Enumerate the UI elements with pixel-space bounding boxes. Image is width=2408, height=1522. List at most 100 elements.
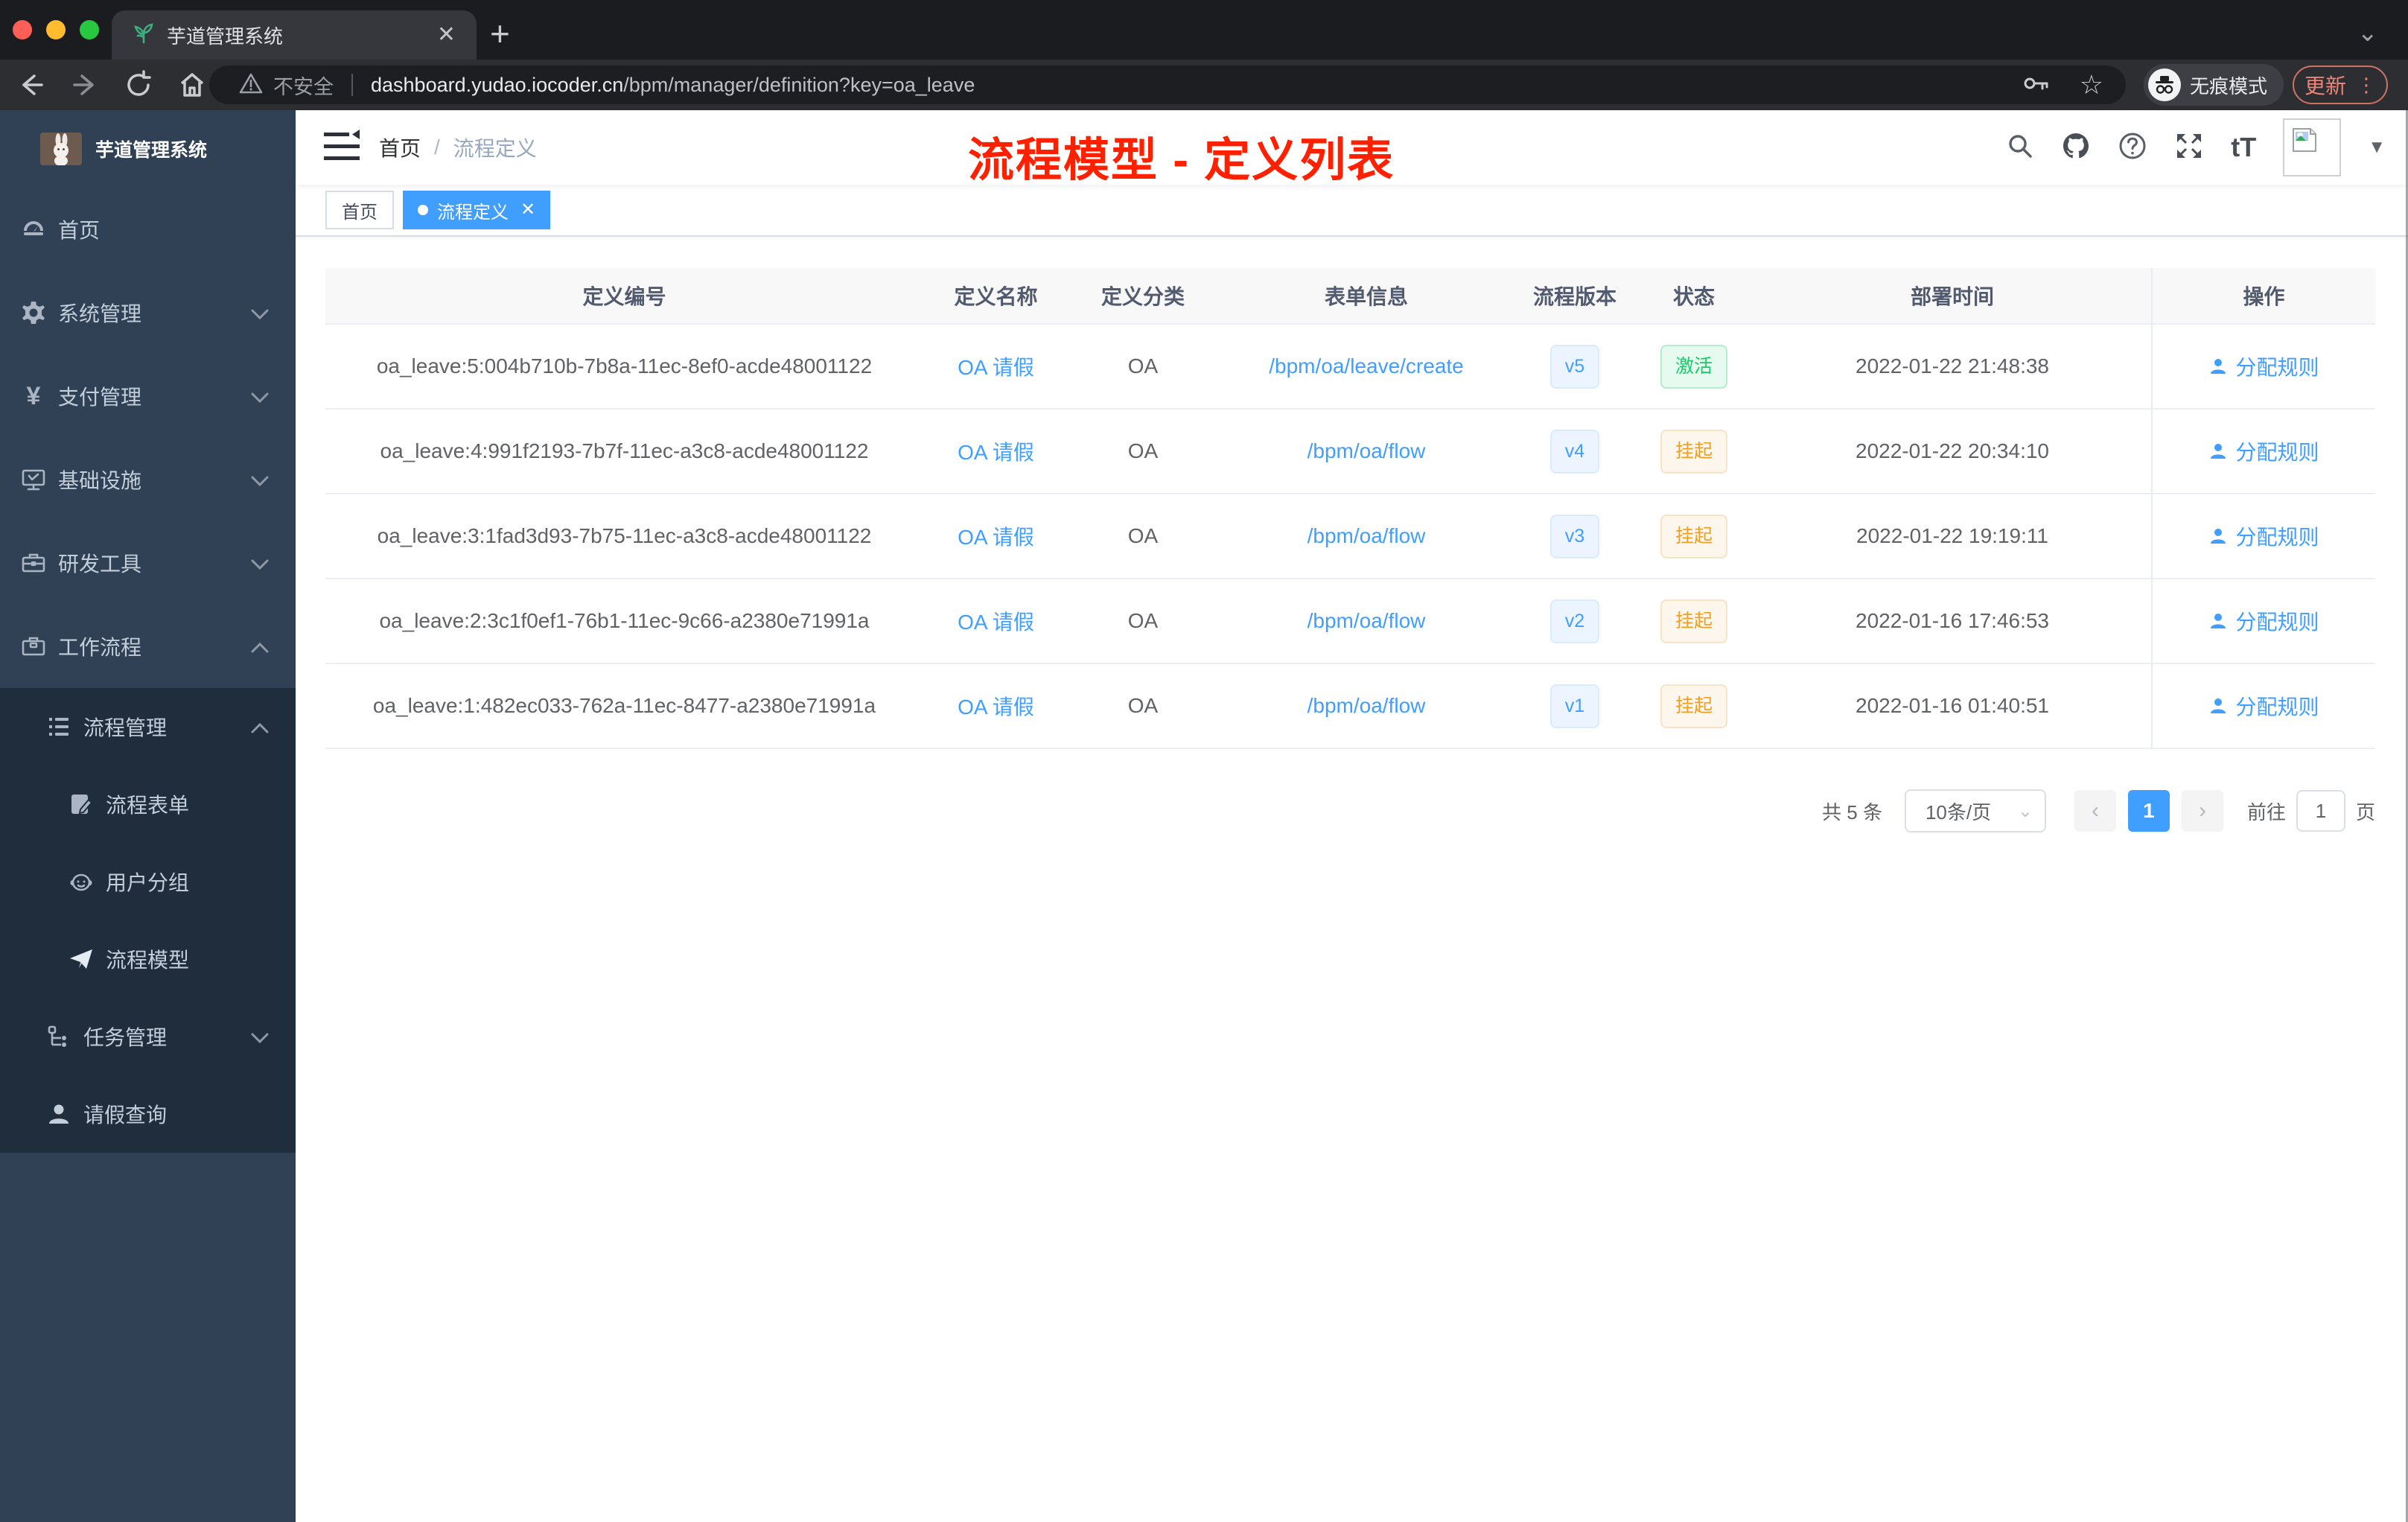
form-info-link[interactable]: /bpm/oa/leave/create [1269,354,1464,378]
form-info-link[interactable]: /bpm/oa/flow [1307,694,1426,717]
deploy-time: 2022-01-16 17:46:53 [1856,609,2049,632]
definition-name-link[interactable]: OA 请假 [958,441,1034,464]
page-number-button[interactable]: 1 [2127,790,2170,832]
security-label[interactable]: 不安全 [273,71,334,100]
password-key-icon[interactable] [2020,69,2050,102]
breadcrumb-home[interactable]: 首页 [379,133,421,162]
assign-rule-link[interactable]: 分配规则 [2208,436,2319,466]
sidebar-item-label: 流程模型 [106,949,190,972]
form-info-link[interactable]: /bpm/oa/flow [1307,439,1426,462]
chevron-up-icon [251,715,269,739]
avatar-caret-icon[interactable]: ▼ [2368,137,2386,158]
definition-category: OA [1127,609,1159,632]
window-zoom-button[interactable] [80,20,99,39]
window-controls[interactable] [13,20,99,39]
tag-home[interactable]: 首页 [325,191,394,229]
app-logo-row[interactable]: 芋道管理系统 [0,110,296,188]
sidebar-item-label: 用户分组 [106,871,190,894]
forward-button[interactable] [69,69,101,101]
assign-rule-link[interactable]: 分配规则 [2208,521,2319,551]
sidebar-item-infrastructure[interactable]: 基础设施 [0,438,296,521]
tab-close-icon[interactable]: ✕ [437,24,456,46]
tag-label: 首页 [342,202,378,223]
monitor-icon [21,467,46,492]
sidebar-item-system[interactable]: 系统管理 [0,271,296,354]
user-icon [2211,614,2226,628]
sidebar-item-process-form[interactable]: 流程表单 [0,765,296,843]
prev-page-button[interactable]: ‹ [2074,790,2116,832]
goto-page-input[interactable] [2296,790,2345,832]
table-row: oa_leave:2:3c1f0ef1-76b1-11ec-9c66-a2380… [325,579,2375,664]
tag-process-definition[interactable]: 流程定义 ✕ [403,191,551,229]
status-badge: 挂起 [1660,599,1727,643]
definition-category: OA [1127,354,1159,378]
new-tab-button[interactable]: + [490,16,510,51]
assign-rule-link[interactable]: 分配规则 [2208,691,2319,721]
font-size-icon[interactable]: tT [2231,132,2256,163]
sidebar-item-process-management[interactable]: 流程管理 [0,688,296,765]
sidebar-item-leave-query[interactable]: 请假查询 [0,1075,296,1153]
url-path[interactable]: /bpm/manager/definition?key=oa_leave [623,74,975,97]
sidebar-item-label: 请假查询 [83,1104,168,1127]
definition-id: oa_leave:1:482ec033-762a-11ec-8477-a2380… [372,694,876,717]
browser-tab[interactable]: 芋道管理系统 ✕ [112,10,477,60]
gear-icon [21,300,46,325]
browser-menu-dots-icon[interactable]: ⋮ [2357,74,2376,97]
search-icon[interactable] [2006,132,2034,164]
url-domain[interactable]: dashboard.yudao.iocoder.cn [371,74,623,97]
definition-name-link[interactable]: OA 请假 [958,611,1034,634]
pagination-total: 共 5 条 [1822,800,1882,824]
sidebar-item-label: 系统管理 [58,302,142,325]
tab-search-caret-icon[interactable]: ⌄ [2357,18,2379,48]
workflow-submenu: 流程管理 流程表单 用户分组 流程模型 任务管理 请假查询 [0,688,296,1153]
window-close-button[interactable] [13,20,32,39]
user-icon [2211,698,2226,713]
back-button[interactable] [15,69,48,101]
breadcrumb-current: 流程定义 [453,137,537,160]
definition-name-link[interactable]: OA 请假 [958,356,1034,379]
bookmark-star-icon[interactable]: ☆ [2080,71,2103,98]
sidebar-collapse-icon[interactable] [324,130,361,168]
fullscreen-icon[interactable] [2174,131,2204,165]
sidebar-item-task-management[interactable]: 任务管理 [0,998,296,1075]
form-info-link[interactable]: /bpm/oa/flow [1307,524,1426,547]
yen-icon: ¥ [26,382,41,410]
form-info-link[interactable]: /bpm/oa/flow [1307,609,1426,632]
sidebar-item-label: 工作流程 [58,636,142,659]
col-header-deploy-time: 部署时间 [1754,268,2152,325]
sidebar-item-user-group[interactable]: 用户分组 [0,843,296,920]
avatar[interactable] [2283,118,2342,176]
assign-rule-link[interactable]: 分配规则 [2208,606,2319,636]
tag-close-icon[interactable]: ✕ [520,201,535,219]
page-suffix-label: 页 [2355,800,2375,824]
sidebar-item-home[interactable]: 首页 [0,188,296,271]
definition-name-link[interactable]: OA 请假 [958,526,1034,549]
table-row: oa_leave:3:1fad3d93-7b75-11ec-a3c8-acde4… [325,494,2375,579]
github-icon[interactable] [2061,131,2091,165]
reload-button[interactable] [122,69,155,101]
url-bar[interactable]: 不安全 dashboard.yudao.iocoder.cn/bpm/manag… [209,66,2126,104]
assign-rule-link[interactable]: 分配规则 [2208,351,2319,381]
window-minimize-button[interactable] [46,20,66,39]
definition-table: 定义编号 定义名称 定义分类 表单信息 流程版本 状态 部署时间 操作 oa_l [325,268,2375,749]
status-badge: 挂起 [1660,429,1727,474]
definition-name-link[interactable]: OA 请假 [958,695,1034,719]
definition-id: oa_leave:3:1fad3d93-7b75-11ec-a3c8-acde4… [377,524,872,547]
sidebar-item-workflow[interactable]: 工作流程 [0,605,296,688]
select-caret-icon: ⌄ [2017,800,2033,821]
sidebar-item-dev-tools[interactable]: 研发工具 [0,521,296,605]
next-page-button[interactable]: › [2181,790,2223,832]
status-badge: 激活 [1660,344,1727,389]
browser-update-button[interactable]: 更新 ⋮ [2293,66,2388,104]
update-label[interactable]: 更新 [2305,70,2346,100]
help-icon[interactable] [2118,131,2147,165]
browser-toolbar: 不安全 dashboard.yudao.iocoder.cn/bpm/manag… [0,60,2408,110]
version-badge: v4 [1549,429,1600,474]
sidebar-item-process-model[interactable]: 流程模型 [0,920,296,998]
sidebar-item-label: 首页 [58,219,101,242]
page-size-select[interactable]: 10条/页 ⌄ [1904,789,2046,832]
home-button[interactable] [176,69,208,101]
security-warning-icon[interactable] [239,72,263,98]
sidebar-item-payment[interactable]: ¥ 支付管理 [0,354,296,438]
favicon-leaf-icon [133,22,155,48]
